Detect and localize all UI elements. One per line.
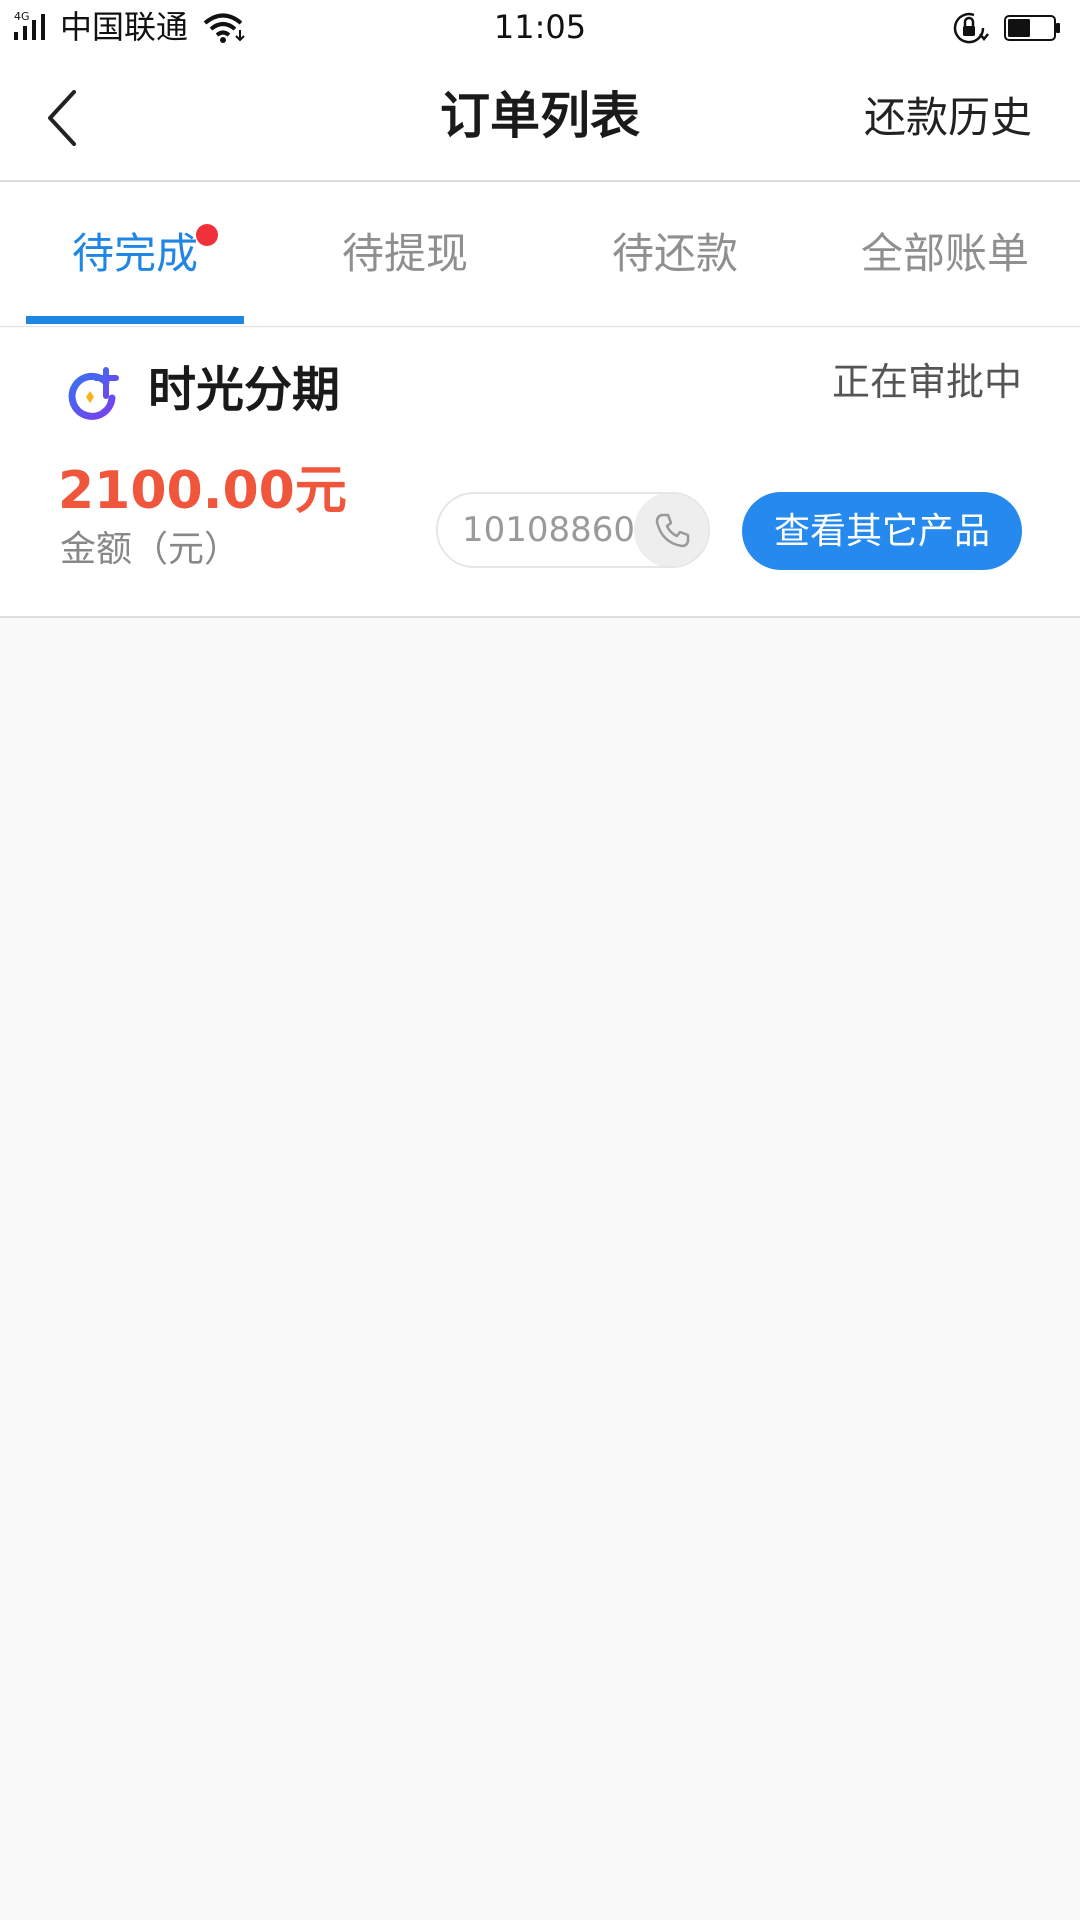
tab-all-bills[interactable]: 全部账单	[810, 226, 1080, 282]
wifi-icon	[203, 13, 245, 43]
phone-icon[interactable]	[634, 494, 708, 566]
tab-bar: 待完成 待提现 待还款 全部账单	[0, 182, 1080, 327]
product-name: 时光分期	[148, 362, 341, 418]
tab-label: 全部账单	[860, 229, 1029, 278]
active-tab-indicator	[26, 316, 244, 324]
tab-pending-completion[interactable]: 待完成	[0, 224, 270, 282]
phone-number: 10108860	[462, 510, 636, 550]
tab-label: 待提现	[341, 229, 468, 278]
nav-bar: 订单列表 还款历史	[0, 56, 1080, 182]
rotation-lock-icon	[953, 12, 989, 44]
clock: 11:05	[493, 8, 587, 46]
status-badge: 正在审批中	[831, 360, 1022, 404]
carrier-name: 中国联通	[60, 8, 189, 46]
svg-text:4G: 4G	[14, 10, 30, 23]
product-logo-icon	[68, 367, 119, 420]
customer-service-phone[interactable]: 10108860	[436, 492, 710, 568]
repayment-history-link[interactable]: 还款历史	[864, 90, 1032, 146]
notification-badge	[196, 224, 218, 246]
signal-icon: 4G	[14, 10, 45, 40]
tab-label: 待还款	[611, 229, 738, 278]
tab-pending-withdrawal[interactable]: 待提现	[270, 226, 540, 282]
loan-amount: 2100.00元	[58, 461, 347, 521]
page-title: 订单列表	[440, 87, 640, 145]
order-card[interactable]: 时光分期 正在审批中 2100.00元 金额（元） 10108860 查看其它产…	[0, 328, 1080, 618]
status-bar: 4G 中国联通 11:05	[0, 0, 1080, 56]
chevron-left-icon[interactable]	[40, 86, 88, 150]
tab-label: 待完成	[71, 229, 198, 278]
view-other-products-button[interactable]: 查看其它产品	[742, 492, 1022, 570]
battery-icon	[1004, 15, 1060, 41]
amount-label: 金额（元）	[60, 529, 241, 570]
tab-pending-repayment[interactable]: 待还款	[540, 226, 810, 282]
